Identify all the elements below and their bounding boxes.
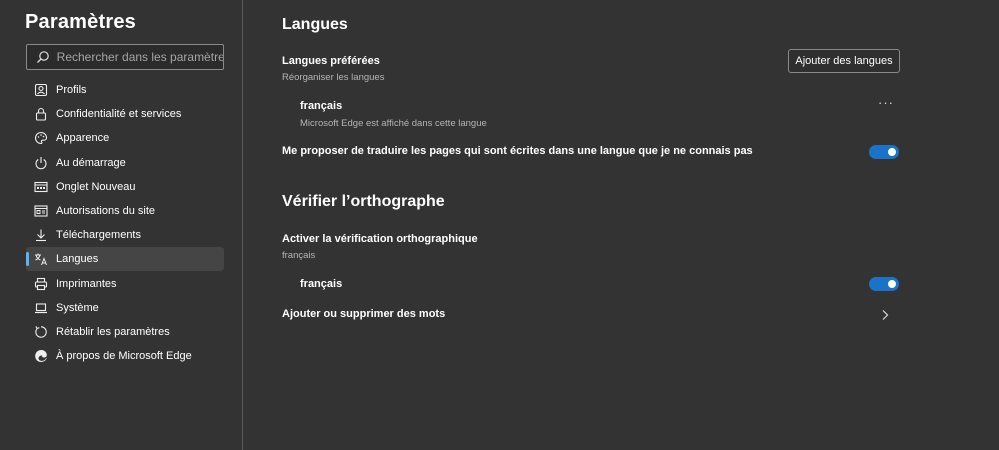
language-name: français	[300, 100, 343, 112]
add-languages-button[interactable]: Ajouter des langues	[788, 49, 900, 73]
profile-icon	[34, 83, 48, 97]
new-tab-icon	[34, 180, 48, 194]
sidebar-item-privacy[interactable]: Confidentialité et services	[26, 102, 224, 126]
sidebar-item-label: À propos de Microsoft Edge	[56, 350, 192, 363]
search-input[interactable]	[56, 50, 223, 64]
sidebar-item-reset[interactable]: Rétablir les paramètres	[26, 320, 224, 344]
printer-icon	[34, 277, 48, 291]
spellcheck-section-title: Vérifier l’orthographe	[282, 193, 445, 210]
sidebar-item-label: Rétablir les paramètres	[56, 325, 170, 338]
sidebar-title: Paramètres	[25, 11, 136, 33]
download-icon	[34, 228, 48, 242]
chevron-right-icon[interactable]	[880, 308, 890, 320]
palette-icon	[34, 131, 48, 145]
spellcheck-language-toggle[interactable]	[869, 277, 899, 291]
sidebar: Paramètres Profils Confidentialité et se…	[0, 0, 243, 450]
sidebar-item-label: Profils	[56, 84, 87, 96]
languages-section-title: Langues	[282, 16, 348, 33]
power-icon	[34, 156, 48, 170]
sidebar-item-label: Langues	[56, 253, 99, 266]
laptop-icon	[34, 301, 48, 315]
sidebar-item-label: Système	[56, 301, 99, 314]
sidebar-item-languages[interactable]: Langues	[26, 247, 224, 272]
spellcheck-enable-label: Activer la vérification orthographique	[282, 233, 478, 245]
translate-offer-label: Me proposer de traduire les pages qui so…	[282, 145, 753, 157]
sidebar-item-label: Onglet Nouveau	[56, 180, 136, 193]
translate-offer-toggle[interactable]	[869, 145, 899, 159]
preferred-languages-sub: Réorganiser les langues	[282, 72, 385, 83]
spellcheck-language-name: français	[300, 278, 343, 290]
sidebar-item-about[interactable]: À propos de Microsoft Edge	[26, 344, 224, 368]
sidebar-item-new-tab[interactable]: Onglet Nouveau	[26, 175, 224, 199]
sidebar-item-appearance[interactable]: Apparence	[26, 126, 224, 150]
reset-icon	[34, 325, 48, 339]
languages-icon	[34, 252, 48, 266]
language-description: Microsoft Edge est affiché dans cette la…	[300, 118, 487, 129]
sidebar-item-profils[interactable]: Profils	[26, 78, 224, 102]
sidebar-item-downloads[interactable]: Téléchargements	[26, 223, 224, 247]
sidebar-item-printers[interactable]: Imprimantes	[26, 272, 224, 296]
lock-icon	[34, 107, 48, 121]
sidebar-item-label: Apparence	[56, 132, 110, 145]
search-icon	[35, 49, 51, 65]
sidebar-item-system[interactable]: Système	[26, 296, 224, 320]
edge-logo-icon	[34, 349, 48, 363]
toggle-knob	[888, 280, 896, 288]
add-remove-words-link[interactable]: Ajouter ou supprimer des mots	[282, 308, 445, 320]
more-options-icon[interactable]: ···	[878, 96, 893, 110]
sidebar-nav: Profils Confidentialité et services Appa…	[26, 78, 224, 368]
spellcheck-enable-sub: français	[282, 250, 316, 261]
sidebar-item-label: Imprimantes	[56, 277, 117, 290]
sidebar-item-label: Au démarrage	[56, 156, 126, 169]
site-permissions-icon	[34, 204, 48, 218]
sidebar-item-label: Autorisations du site	[56, 204, 156, 217]
sidebar-item-label: Téléchargements	[56, 229, 141, 242]
search-box[interactable]	[26, 44, 224, 70]
sidebar-item-label: Confidentialité et services	[56, 108, 182, 121]
sidebar-item-startup[interactable]: Au démarrage	[26, 151, 224, 175]
toggle-knob	[888, 148, 896, 156]
preferred-languages-label: Langues préférées	[282, 55, 380, 67]
sidebar-item-site-permissions[interactable]: Autorisations du site	[26, 199, 224, 223]
